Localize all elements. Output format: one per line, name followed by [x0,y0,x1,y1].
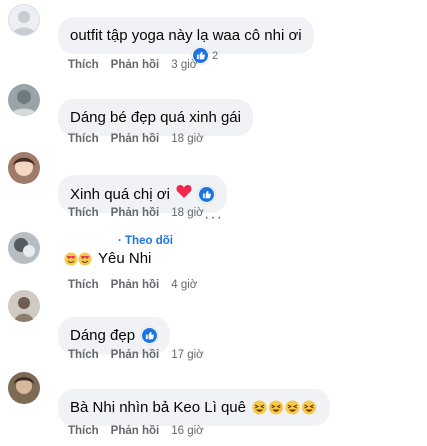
reply-button[interactable]: Phản hồi [111,207,160,219]
comment-actions: Thích Phản hồi 16 giờ [68,425,204,437]
reply-button[interactable]: Phản hồi [111,349,160,361]
comment-time[interactable]: 3 giờ [171,59,197,71]
comment-text: Xinh quá chị ơi [70,185,170,203]
comment-actions: Thích Phản hồi 4 giờ [68,279,197,291]
like-button[interactable]: Thích [68,425,99,437]
avatar[interactable] [8,372,40,404]
avatar[interactable] [8,84,40,116]
like-button[interactable]: Thích [68,349,99,361]
comment-bubble: Bà Nhi nhìn bả Keo Lì quê [58,389,330,426]
heart-emoji-icon [176,184,192,204]
reaction-count-number: 2 [212,49,219,62]
like-button[interactable]: Thích [68,279,99,291]
comment-time[interactable]: 4 giờ [171,279,197,291]
comment-bubble: outfit tập yoga này lạ waa cô nhi ơi [58,17,314,54]
comment-actions: Thích Phản hồi 18 giờ [68,207,204,219]
comment-text: Dáng đẹp [70,327,136,344]
avatar[interactable] [8,4,40,36]
comment-time[interactable]: 18 giờ [171,133,203,145]
like-button[interactable]: Thích [68,59,99,71]
comment-time[interactable]: 18 giờ [171,207,203,219]
like-button[interactable]: Thích [68,133,99,145]
avatar[interactable] [8,232,40,264]
reply-button[interactable]: Phản hồi [111,59,160,71]
comment-actions: Thích Phản hồi 3 giờ [68,59,197,71]
comment-bubble: Yêu Nhi [52,243,163,277]
reply-button[interactable]: Phản hồi [111,133,160,145]
comment-text: outfit tập yoga này lạ waa cô nhi ơi [70,27,302,44]
like-reaction-icon[interactable] [141,327,159,344]
reply-button[interactable]: Phản hồi [111,425,160,437]
comment-bubble: Dáng bé đẹp quá xinh gái [58,99,253,136]
more-options-icon[interactable]: ··· [204,209,223,227]
avatar[interactable] [8,152,40,184]
like-button[interactable]: Thích [68,207,99,219]
avatar[interactable] [8,290,40,322]
heart-eyes-emoji-icon [64,252,92,266]
comment-actions: Thích Phản hồi 18 giờ [68,133,204,145]
comment-text: Bà Nhi nhìn bả Keo Lì quê [70,399,246,416]
comment-text: Yêu Nhi [98,250,152,267]
like-reaction-icon[interactable] [197,185,215,203]
reply-button[interactable]: Phản hồi [111,279,160,291]
comment-time[interactable]: 16 giờ [171,425,203,437]
comment-time[interactable]: 17 giờ [171,349,203,361]
comment-actions: Thích Phản hồi 17 giờ [68,349,204,361]
laughing-emoji-icon [252,400,318,415]
comment-text: Dáng bé đẹp quá xinh gái [70,109,241,126]
